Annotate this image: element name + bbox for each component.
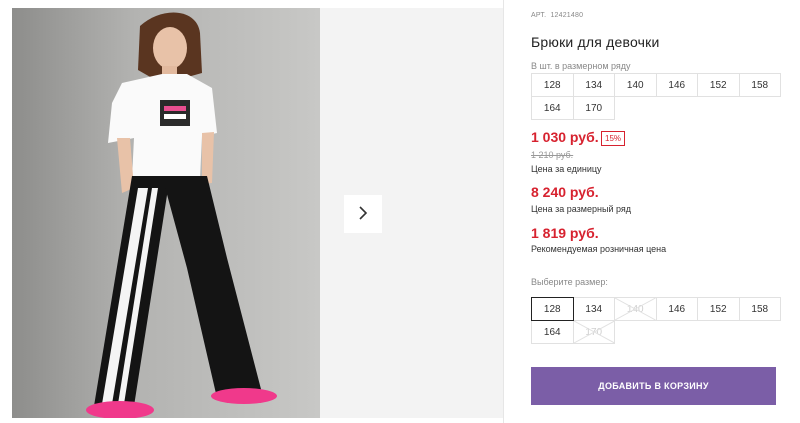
- unit-price-label: Цена за единицу: [531, 164, 602, 174]
- article-number: АРТ. 12421480: [531, 12, 583, 19]
- size-row-cell: 164: [531, 96, 574, 120]
- product-gallery: [0, 0, 503, 423]
- gallery-next-button[interactable]: [344, 195, 382, 233]
- recommended-price-label: Рекомендуемая розничная цена: [531, 244, 667, 254]
- article-value: 12421480: [550, 12, 584, 19]
- discount-badge: 15%: [601, 131, 626, 146]
- size-row-cell: 128: [531, 73, 574, 97]
- panel-divider: [503, 0, 504, 423]
- size-option[interactable]: 152: [697, 297, 740, 321]
- product-photo[interactable]: [12, 8, 320, 418]
- size-option[interactable]: 164: [531, 320, 574, 344]
- unavailable-cross-icon: [615, 298, 656, 320]
- size-row-grid: 128 134 140 146 152 158 164 170: [531, 73, 781, 120]
- size-row-caption: В шт. в размерном ряду: [531, 61, 631, 71]
- unavailable-cross-icon: [573, 321, 614, 343]
- size-row-cell: 134: [572, 73, 615, 97]
- size-option-selected[interactable]: 128: [531, 297, 574, 321]
- size-row-cell: 140: [614, 73, 657, 97]
- unit-price: 1 030 руб.: [531, 129, 599, 145]
- chevron-right-icon: [357, 205, 369, 224]
- size-row-cell: 158: [738, 73, 781, 97]
- article-label: АРТ.: [531, 12, 547, 19]
- size-row-cell: 146: [655, 73, 698, 97]
- product-info-panel: АРТ. 12421480 Брюки для девочки В шт. в …: [531, 0, 800, 423]
- size-row-cell: 170: [572, 96, 615, 120]
- old-price: 1 210 руб.: [531, 150, 574, 160]
- size-option-disabled: 170: [572, 320, 615, 344]
- size-row-price: 8 240 руб.: [531, 184, 599, 200]
- choose-size-caption: Выберите размер:: [531, 277, 608, 287]
- size-option[interactable]: 146: [655, 297, 698, 321]
- size-selector: 128 134 140 146 152 158 164 170: [531, 297, 781, 344]
- size-row-cell: 152: [697, 73, 740, 97]
- recommended-price: 1 819 руб.: [531, 225, 599, 241]
- size-option-disabled: 140: [614, 297, 657, 321]
- product-title: Брюки для девочки: [531, 34, 660, 50]
- size-option[interactable]: 134: [572, 297, 615, 321]
- size-row-price-label: Цена за размерный ряд: [531, 204, 632, 214]
- add-to-cart-button[interactable]: ДОБАВИТЬ В КОРЗИНУ: [531, 367, 776, 405]
- size-option[interactable]: 158: [738, 297, 781, 321]
